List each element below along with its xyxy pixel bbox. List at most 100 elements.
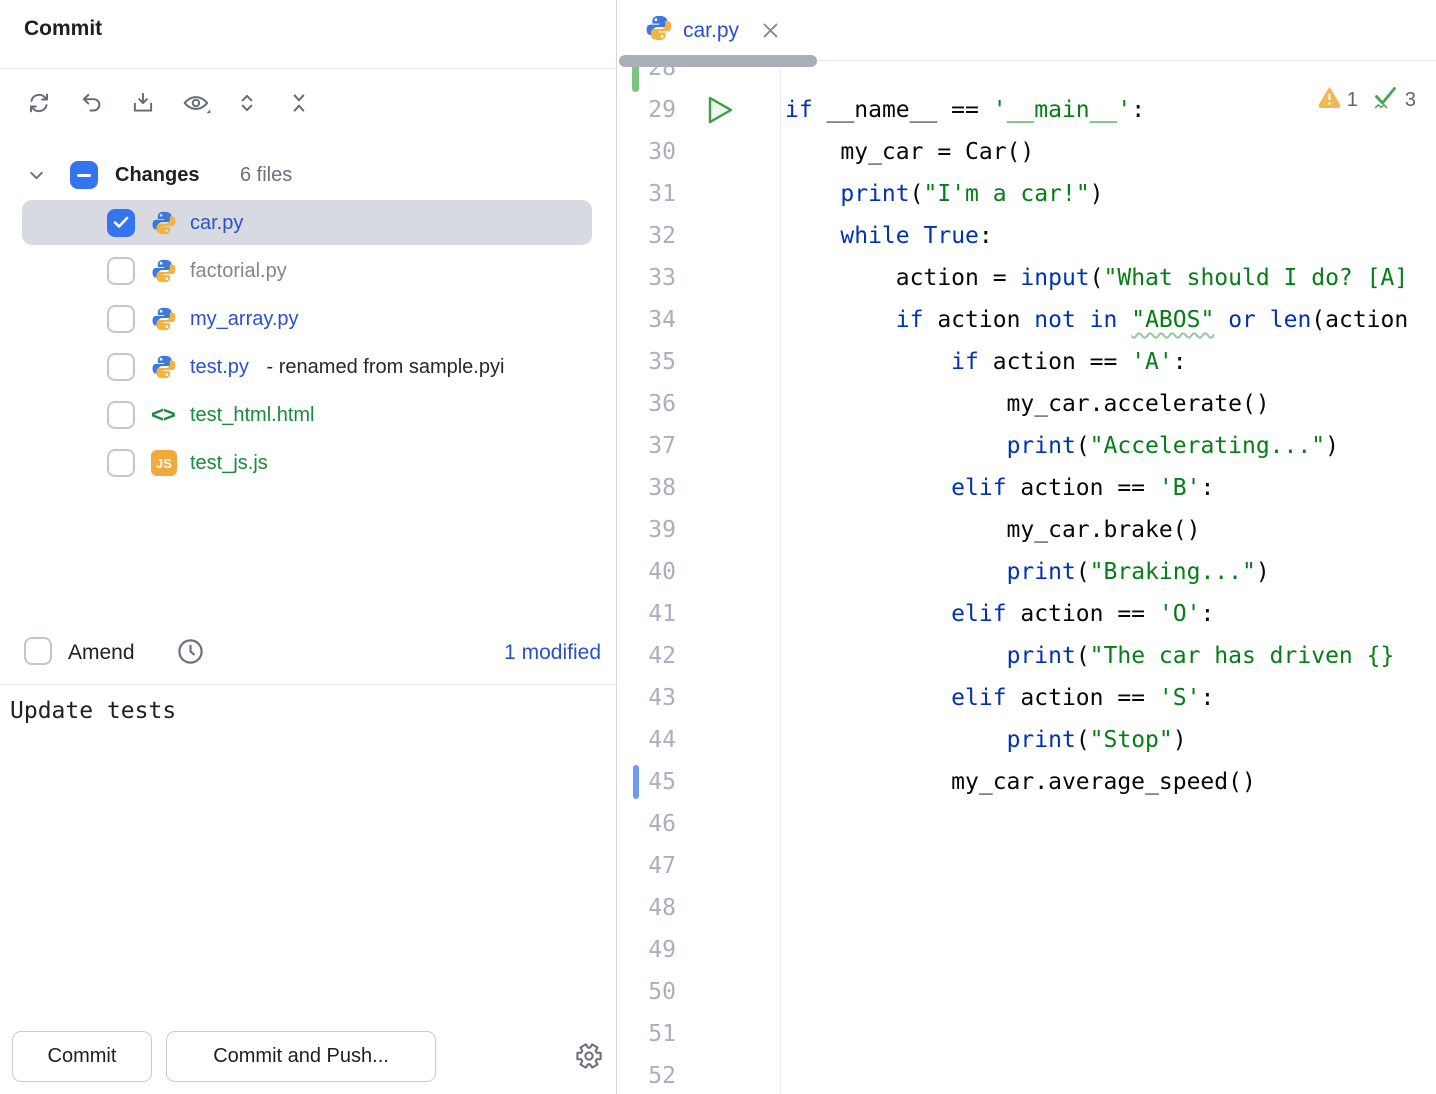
file-checkbox[interactable] — [107, 257, 135, 285]
expand-all-icon — [234, 90, 260, 116]
code-line[interactable]: my_car.average_speed() — [785, 761, 1408, 803]
gutter-separator — [780, 62, 781, 1094]
commit-and-push-button[interactable]: Commit and Push... — [166, 1031, 436, 1082]
code-line[interactable]: print("I'm a car!") — [785, 173, 1408, 215]
shelve-button[interactable] — [130, 90, 156, 116]
file-checkbox[interactable] — [107, 305, 135, 333]
rollback-button[interactable] — [78, 90, 104, 116]
line-number[interactable]: 52 — [618, 1055, 676, 1094]
code-line[interactable]: elif action == 'O': — [785, 593, 1408, 635]
code-line[interactable]: if action not in "ABOS" or len(action — [785, 299, 1408, 341]
code-line[interactable]: my_car.accelerate() — [785, 383, 1408, 425]
code-line[interactable]: action = input("What should I do? [A] — [785, 257, 1408, 299]
code-line[interactable] — [785, 971, 1408, 1013]
file-row[interactable]: factorial.py — [0, 247, 617, 295]
code-line[interactable] — [785, 929, 1408, 971]
inspections-ok-icon — [1372, 84, 1399, 116]
passed-count: 3 — [1405, 89, 1416, 112]
file-checkbox[interactable] — [107, 449, 135, 477]
warning-count: 1 — [1347, 89, 1358, 112]
line-number[interactable]: 36 — [618, 383, 676, 425]
refresh-icon — [26, 90, 52, 116]
line-number[interactable]: 31 — [618, 173, 676, 215]
changes-group-row[interactable]: Changes 6 files — [0, 152, 617, 199]
file-checkbox[interactable] — [107, 401, 135, 429]
code-line[interactable]: my_car.brake() — [785, 509, 1408, 551]
amend-checkbox[interactable] — [24, 637, 52, 665]
line-number[interactable]: 32 — [618, 215, 676, 257]
shelve-icon — [130, 90, 156, 116]
expand-all-button[interactable] — [234, 90, 260, 116]
code-line[interactable]: print("The car has driven {} — [785, 635, 1408, 677]
file-checkbox[interactable] — [107, 353, 135, 381]
chevron-down-icon[interactable] — [28, 167, 45, 189]
code-line[interactable]: print("Braking...") — [785, 551, 1408, 593]
diff-preview-button[interactable] — [182, 90, 208, 116]
horizontal-scrollbar-thumb[interactable] — [619, 55, 817, 67]
file-name: test_html.html — [190, 391, 314, 439]
code-line[interactable] — [785, 845, 1408, 887]
line-number[interactable]: 48 — [618, 887, 676, 929]
python-icon — [151, 258, 177, 284]
commit-options-button[interactable] — [575, 1042, 603, 1070]
refresh-button[interactable] — [26, 90, 52, 116]
warning-icon — [1318, 86, 1341, 114]
collapse-all-button[interactable] — [286, 90, 312, 116]
commit-button[interactable]: Commit — [12, 1031, 152, 1082]
file-row[interactable]: test.py - renamed from sample.pyi — [0, 343, 617, 391]
tab-car-py[interactable]: car.py — [618, 0, 780, 61]
line-number[interactable]: 37 — [618, 425, 676, 467]
line-number[interactable]: 30 — [618, 131, 676, 173]
inspections-widget[interactable]: 1 3 — [1318, 84, 1424, 116]
code-line[interactable]: if action == 'A': — [785, 341, 1408, 383]
python-icon — [151, 210, 177, 236]
code-line[interactable]: elif action == 'S': — [785, 677, 1408, 719]
code-lines[interactable]: if __name__ == '__main__': my_car = Car(… — [785, 62, 1408, 1094]
code-line[interactable]: elif action == 'B': — [785, 467, 1408, 509]
tab-close-icon[interactable] — [761, 21, 780, 40]
file-row[interactable]: my_array.py — [0, 295, 617, 343]
line-number[interactable]: 44 — [618, 719, 676, 761]
clock-icon — [175, 655, 206, 670]
file-checkbox[interactable] — [107, 209, 135, 237]
line-number[interactable]: 46 — [618, 803, 676, 845]
run-button[interactable] — [706, 95, 734, 125]
code-line[interactable]: my_car = Car() — [785, 131, 1408, 173]
line-number[interactable]: 39 — [618, 509, 676, 551]
commit-history-button[interactable] — [175, 636, 206, 667]
code-line[interactable]: print("Stop") — [785, 719, 1408, 761]
html-icon: <> — [151, 402, 175, 427]
code-line[interactable]: if __name__ == '__main__': — [785, 89, 1408, 131]
changes-checkbox-indeterminate[interactable] — [70, 161, 98, 189]
code-line[interactable] — [785, 887, 1408, 929]
changes-label: Changes — [115, 152, 199, 199]
file-row[interactable]: JStest_js.js — [0, 439, 617, 487]
file-row[interactable]: car.py — [0, 199, 617, 247]
line-number[interactable]: 41 — [618, 593, 676, 635]
line-number[interactable]: 40 — [618, 551, 676, 593]
commit-message-input[interactable]: Update tests — [10, 695, 600, 727]
line-number[interactable]: 45 — [618, 761, 676, 803]
code-line[interactable] — [785, 1013, 1408, 1055]
line-number[interactable]: 47 — [618, 845, 676, 887]
line-number[interactable]: 50 — [618, 971, 676, 1013]
commit-panel: Commit Changes 6 files car.pyfactorial.p… — [0, 0, 617, 1094]
file-name: my_array.py — [190, 295, 299, 343]
code-line[interactable] — [785, 62, 1408, 89]
file-row[interactable]: <> test_html.html — [0, 391, 617, 439]
line-number[interactable]: 33 — [618, 257, 676, 299]
code-line[interactable] — [785, 803, 1408, 845]
line-number[interactable]: 29 — [618, 89, 676, 131]
modified-count-link[interactable]: 1 modified — [504, 637, 601, 668]
line-number[interactable]: 35 — [618, 341, 676, 383]
line-number[interactable]: 51 — [618, 1013, 676, 1055]
line-number[interactable]: 42 — [618, 635, 676, 677]
line-number[interactable]: 43 — [618, 677, 676, 719]
line-number[interactable]: 49 — [618, 929, 676, 971]
file-name: car.py — [190, 199, 243, 247]
line-number[interactable]: 38 — [618, 467, 676, 509]
line-number[interactable]: 34 — [618, 299, 676, 341]
code-line[interactable]: while True: — [785, 215, 1408, 257]
code-line[interactable]: print("Accelerating...") — [785, 425, 1408, 467]
code-line[interactable] — [785, 1055, 1408, 1094]
